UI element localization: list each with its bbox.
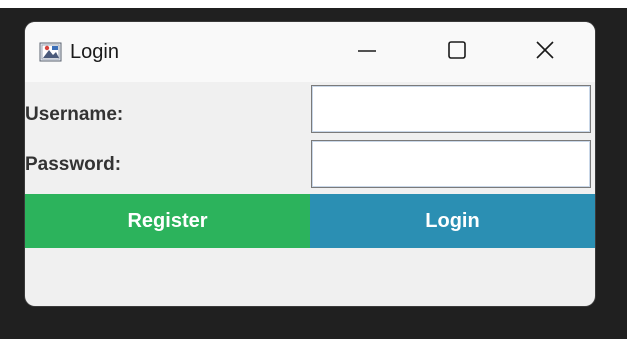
password-input[interactable] bbox=[311, 140, 591, 188]
password-label: Password: bbox=[25, 154, 122, 175]
maximize-icon bbox=[446, 39, 468, 65]
minimize-button[interactable] bbox=[337, 22, 397, 82]
login-window: Login Username: Password: Register Login bbox=[25, 22, 595, 306]
window-title: Login bbox=[70, 41, 119, 63]
username-input[interactable] bbox=[311, 85, 591, 133]
login-button[interactable]: Login bbox=[310, 194, 595, 248]
close-button[interactable] bbox=[515, 22, 575, 82]
title-bar[interactable]: Login bbox=[25, 22, 595, 82]
register-button[interactable]: Register bbox=[25, 194, 310, 248]
username-label: Username: bbox=[25, 104, 124, 125]
maximize-button[interactable] bbox=[427, 22, 487, 82]
minimize-icon bbox=[356, 39, 378, 65]
login-app-icon bbox=[39, 40, 63, 64]
close-icon bbox=[534, 39, 556, 65]
top-strip bbox=[0, 0, 627, 8]
